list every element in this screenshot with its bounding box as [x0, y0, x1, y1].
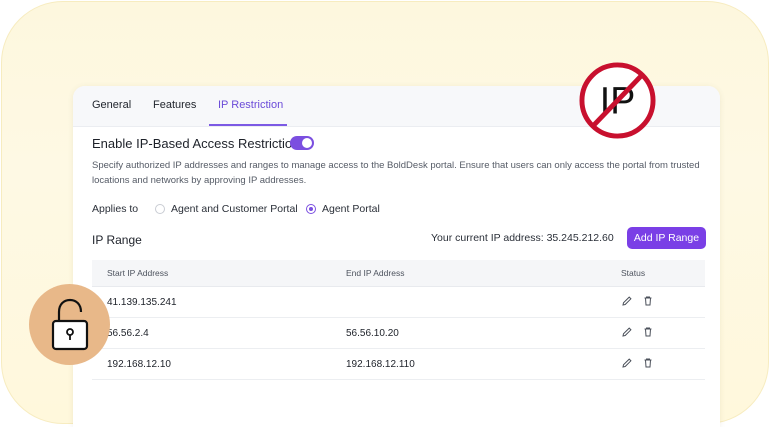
end-ip-cell: 192.168.12.110: [346, 359, 415, 370]
lock-icon: [51, 298, 89, 351]
column-start-ip: Start IP Address: [107, 268, 169, 278]
ip-range-title: IP Range: [92, 233, 142, 247]
restriction-toggle[interactable]: [290, 136, 314, 150]
delete-icon[interactable]: [642, 326, 654, 338]
current-ip-address: Your current IP address: 35.245.212.60: [431, 232, 614, 244]
tab-general[interactable]: General: [92, 99, 131, 111]
radio-agent-and-customer-portal[interactable]: [155, 204, 165, 214]
end-ip-cell: 56.56.10.20: [346, 328, 399, 339]
tab-ip-restriction[interactable]: IP Restriction: [218, 99, 283, 111]
edit-icon[interactable]: [621, 326, 633, 338]
start-ip-cell: 56.56.2.4: [107, 328, 149, 339]
applies-to-label: Applies to: [92, 203, 139, 215]
restriction-title: Enable IP-Based Access Restriction: [92, 136, 300, 151]
add-ip-range-button[interactable]: Add IP Range: [627, 227, 706, 249]
table-header: Start IP Address End IP Address Status: [92, 260, 705, 287]
start-ip-cell: 41.139.135.241: [107, 297, 177, 308]
table-row: 41.139.135.241: [92, 287, 705, 318]
start-ip-cell: 192.168.12.10: [107, 359, 171, 370]
column-status: Status: [621, 268, 646, 278]
column-end-ip: End IP Address: [346, 268, 405, 278]
toggle-knob: [302, 138, 312, 148]
table-row: 56.56.2.4 56.56.10.20: [92, 318, 705, 349]
delete-icon[interactable]: [642, 357, 654, 369]
no-ip-icon: IP: [579, 62, 656, 139]
radio-label-agent-portal[interactable]: Agent Portal: [322, 203, 380, 215]
lock-badge: [29, 284, 110, 365]
table-row: 192.168.12.10 192.168.12.110: [92, 349, 705, 380]
active-tab-indicator: [209, 124, 287, 126]
radio-label-agent-and-customer-portal[interactable]: Agent and Customer Portal: [171, 203, 298, 215]
restriction-description: Specify authorized IP addresses and rang…: [92, 160, 700, 186]
radio-agent-portal[interactable]: [306, 204, 316, 214]
tab-features[interactable]: Features: [153, 99, 196, 111]
edit-icon[interactable]: [621, 295, 633, 307]
delete-icon[interactable]: [642, 295, 654, 307]
edit-icon[interactable]: [621, 357, 633, 369]
